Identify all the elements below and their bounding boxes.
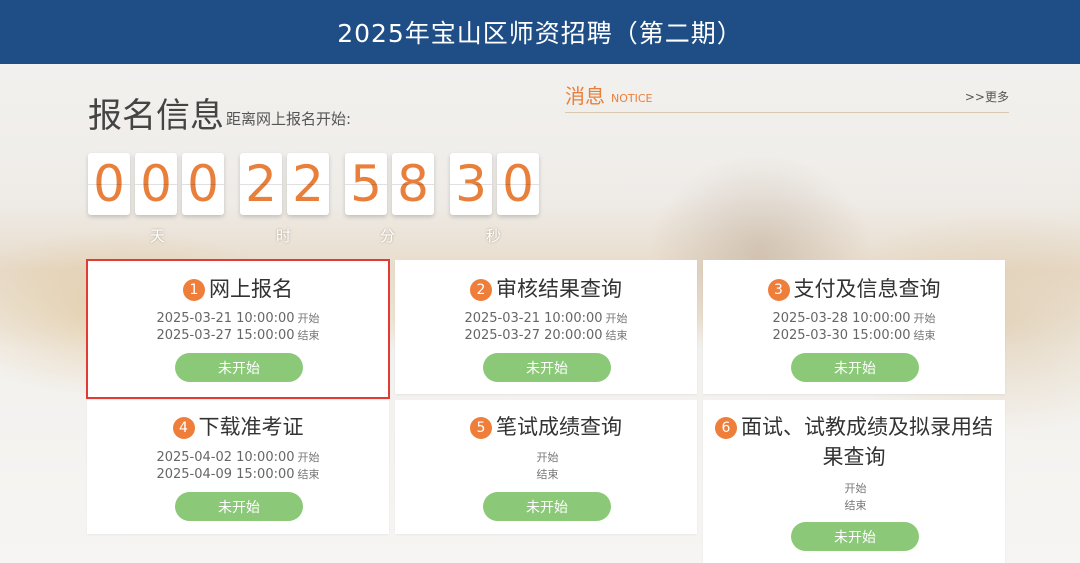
- end-label: 结束: [605, 329, 628, 342]
- stage-status-button[interactable]: 未开始: [175, 492, 303, 521]
- stage-card-payment-info[interactable]: 3 支付及信息查询 2025-03-28 10:00:00 开始 2025-03-3…: [703, 260, 1005, 394]
- notice-more-link[interactable]: >>更多: [965, 88, 1009, 105]
- stage-status-button[interactable]: 未开始: [175, 353, 303, 382]
- countdown-minute-digit: 8: [392, 153, 434, 215]
- step-number-badge: 5: [470, 417, 492, 439]
- stage-end-time: 2025-03-27 15:00:00 结束: [87, 327, 389, 343]
- countdown-unit-hours: 时: [276, 227, 292, 245]
- notice-subtitle: NOTICE: [611, 92, 653, 105]
- countdown-unit-seconds: 秒: [486, 227, 502, 245]
- start-datetime: 2025-03-21 10:00:00: [464, 311, 603, 326]
- stage-end-time: 2025-04-09 15:00:00 结束: [87, 466, 389, 482]
- stage-title: 1 网上报名: [87, 274, 389, 304]
- end-datetime: 2025-04-09 15:00:00: [156, 467, 295, 482]
- countdown-unit-days: 天: [150, 227, 166, 245]
- countdown-day-digit: 0: [135, 153, 177, 215]
- countdown-hour-digit: 2: [287, 153, 329, 215]
- stage-status-button[interactable]: 未开始: [791, 522, 919, 551]
- start-label: 开始: [844, 482, 867, 495]
- stage-start-time: 2025-04-02 10:00:00 开始: [87, 449, 389, 465]
- stage-start-time: 2025-03-21 10:00:00 开始: [395, 310, 697, 326]
- stage-status-button[interactable]: 未开始: [483, 492, 611, 521]
- stage-title-text: 笔试成绩查询: [496, 415, 622, 439]
- stage-title: 3 支付及信息查询: [703, 274, 1005, 304]
- start-label: 开始: [297, 312, 320, 325]
- start-label: 开始: [913, 312, 936, 325]
- stage-start-time: 2025-03-28 10:00:00 开始: [703, 310, 1005, 326]
- stage-end-time: 2025-03-30 15:00:00 结束: [703, 327, 1005, 343]
- end-label: 结束: [844, 499, 867, 512]
- stage-title-text: 支付及信息查询: [793, 277, 941, 301]
- start-label: 开始: [297, 451, 320, 464]
- countdown-caption: 距离网上报名开始:: [226, 110, 352, 128]
- end-label: 结束: [536, 468, 559, 481]
- step-number-badge: 3: [767, 279, 790, 301]
- step-number-badge: 2: [470, 279, 492, 301]
- stage-end-time: 2025-03-27 20:00:00 结束: [395, 327, 697, 343]
- stage-title-text: 下载准考证: [198, 415, 304, 439]
- start-label: 开始: [536, 451, 559, 464]
- end-datetime: 2025-03-30 15:00:00: [772, 328, 911, 343]
- notice-panel: 消息 NOTICE >>更多: [565, 80, 1009, 113]
- stage-title-text: 网上报名: [209, 277, 293, 301]
- end-label: 结束: [913, 329, 936, 342]
- countdown-second-digit: 0: [497, 153, 539, 215]
- stage-card-online-registration[interactable]: 1 网上报名 2025-03-21 10:00:00 开始 2025-03-27 1…: [86, 259, 390, 399]
- stage-start-time: 开始: [395, 449, 697, 465]
- stage-title: 5 笔试成绩查询: [395, 412, 697, 442]
- stage-status-button[interactable]: 未开始: [791, 353, 919, 382]
- start-datetime: 2025-03-28 10:00:00: [772, 311, 911, 326]
- countdown-hour-digit: 2: [240, 153, 282, 215]
- step-number-badge: 6: [715, 417, 737, 439]
- countdown-day-digit: 0: [182, 153, 224, 215]
- stage-end-time: 结束: [703, 497, 1005, 513]
- stage-title-text: 审核结果查询: [496, 277, 622, 301]
- stage-end-time: 结束: [395, 466, 697, 482]
- end-label: 结束: [297, 329, 320, 342]
- countdown-second-digit: 3: [450, 153, 492, 215]
- stage-card-review-result[interactable]: 2 审核结果查询 2025-03-21 10:00:00 开始 2025-03-27…: [395, 260, 697, 394]
- stage-start-time: 2025-03-21 10:00:00 开始: [87, 310, 389, 326]
- end-label: 结束: [297, 468, 320, 481]
- stage-card-interview-result[interactable]: 6 面试、试教成绩及拟录用结 果查询 开始 结束 未开始: [703, 400, 1005, 563]
- page-title: 2025年宝山区师资招聘（第二期）: [337, 19, 743, 48]
- stage-title: 6 面试、试教成绩及拟录用结: [703, 412, 1005, 442]
- countdown-day-digit: 0: [88, 153, 130, 215]
- stage-title: 4 下载准考证: [87, 412, 389, 442]
- end-datetime: 2025-03-27 20:00:00: [464, 328, 603, 343]
- stage-status-button[interactable]: 未开始: [483, 353, 611, 382]
- start-datetime: 2025-04-02 10:00:00: [156, 450, 295, 465]
- stage-card-written-exam-score[interactable]: 5 笔试成绩查询 开始 结束 未开始: [395, 400, 697, 534]
- registration-title: 报名信息: [88, 96, 224, 136]
- end-datetime: 2025-03-27 15:00:00: [156, 328, 295, 343]
- step-number-badge: 4: [172, 417, 195, 439]
- stage-card-download-admission-ticket[interactable]: 4 下载准考证 2025-04-02 10:00:00 开始 2025-04-09 …: [87, 400, 389, 534]
- start-label: 开始: [605, 312, 628, 325]
- start-datetime: 2025-03-21 10:00:00: [156, 311, 295, 326]
- countdown-minute-digit: 5: [345, 153, 387, 215]
- step-number-badge: 1: [183, 279, 205, 301]
- countdown-unit-minutes: 分: [380, 227, 396, 245]
- stage-title-continued: 果查询: [822, 445, 886, 469]
- stage-start-time: 开始: [703, 480, 1005, 496]
- stage-title-text: 面试、试教成绩及拟录用结: [741, 415, 993, 439]
- stage-title: 2 审核结果查询: [395, 274, 697, 304]
- page-header: 2025年宝山区师资招聘（第二期）: [0, 0, 1080, 64]
- notice-title: 消息: [565, 84, 605, 108]
